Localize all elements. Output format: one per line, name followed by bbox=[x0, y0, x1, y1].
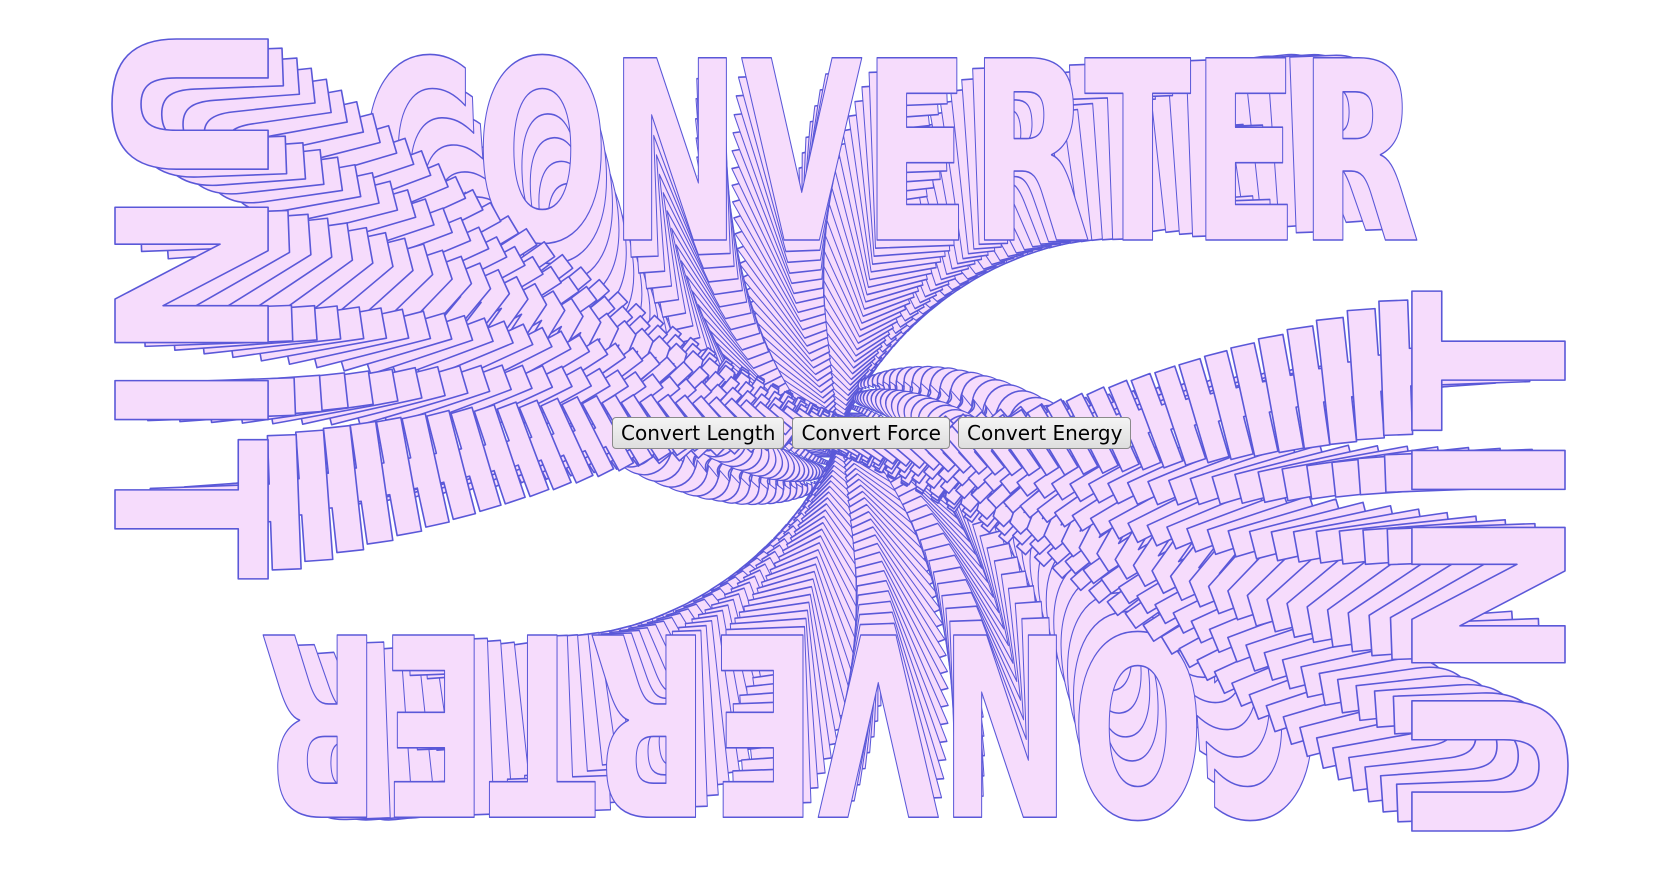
word-layer: UNIT bbox=[65, 20, 310, 580]
word-layer: UNIT bbox=[1370, 290, 1615, 850]
convert-length-button[interactable]: Convert Length bbox=[612, 417, 785, 449]
converter-button-bar: Convert Length Convert Force Convert Ene… bbox=[612, 417, 1132, 449]
app-canvas: CONVERTER CONVERTER CONVERTER CONVERTER CONV… bbox=[0, 0, 1680, 871]
convert-force-button[interactable]: Convert Force bbox=[792, 417, 950, 449]
convert-energy-button[interactable]: Convert Energy bbox=[958, 417, 1132, 449]
